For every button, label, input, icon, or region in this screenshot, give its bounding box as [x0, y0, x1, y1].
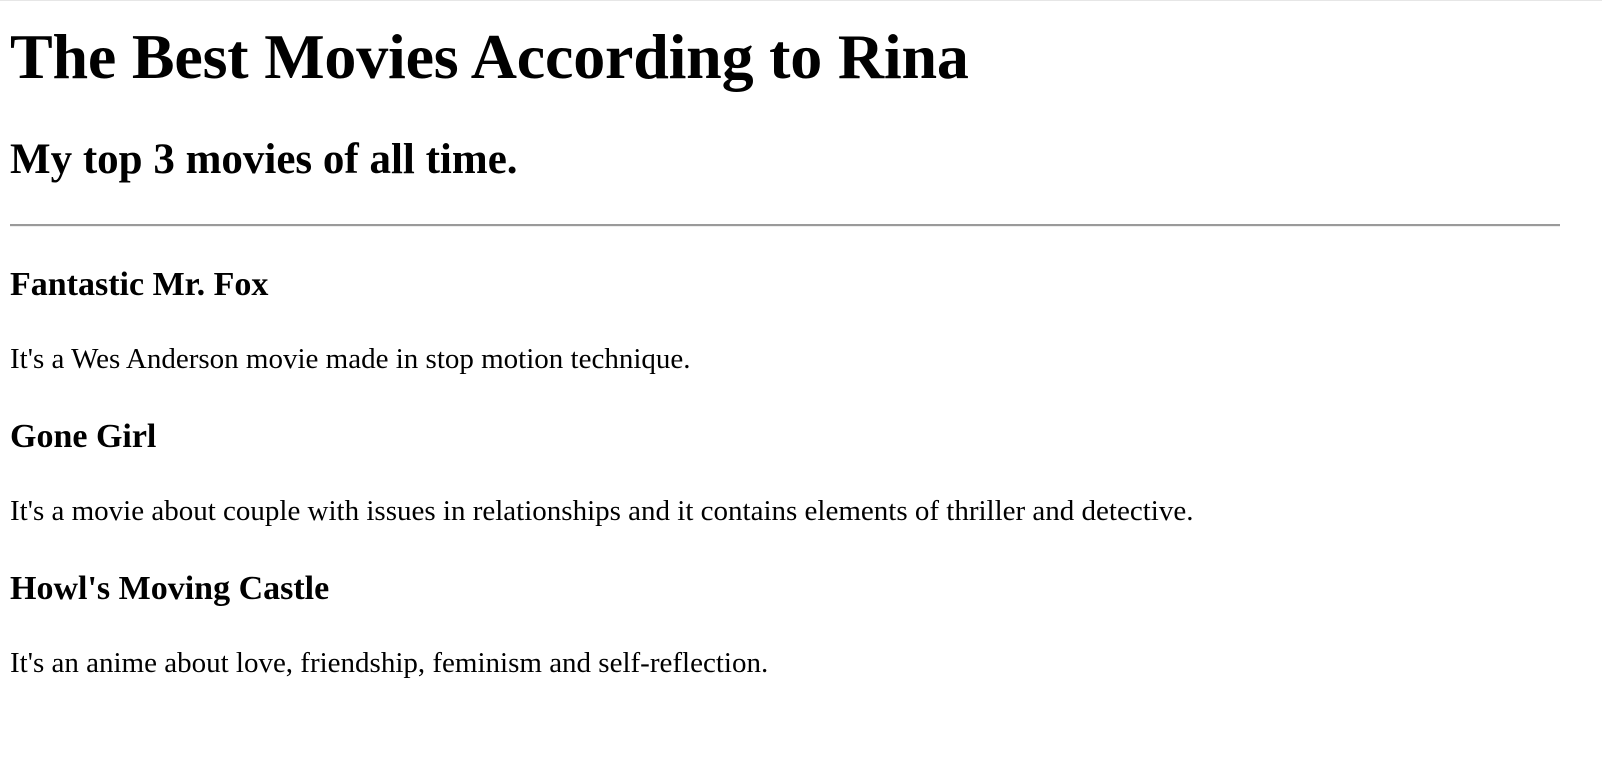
movie-list: Fantastic Mr. Fox It's a Wes Anderson mo…: [10, 268, 1592, 685]
page-subtitle: My top 3 movies of all time.: [10, 136, 518, 183]
movie-item: Gone Girl It's a movie about couple with…: [10, 420, 1592, 533]
movie-description: It's a Wes Anderson movie made in stop m…: [10, 343, 691, 375]
movie-item: Fantastic Mr. Fox It's a Wes Anderson mo…: [10, 268, 1592, 381]
movie-title: Howl's Moving Castle: [10, 570, 330, 607]
movie-description: It's an anime about love, friendship, fe…: [10, 647, 769, 679]
movie-description: It's a movie about couple with issues in…: [10, 495, 1194, 527]
movie-title: Fantastic Mr. Fox: [10, 266, 269, 303]
movie-item: Howl's Moving Castle It's an anime about…: [10, 572, 1592, 685]
movie-title: Gone Girl: [10, 418, 157, 455]
horizontal-divider: [10, 224, 1560, 227]
page-content: The Best Movies According to Rina My top…: [0, 1, 1602, 685]
page-title: The Best Movies According to Rina: [10, 21, 969, 92]
